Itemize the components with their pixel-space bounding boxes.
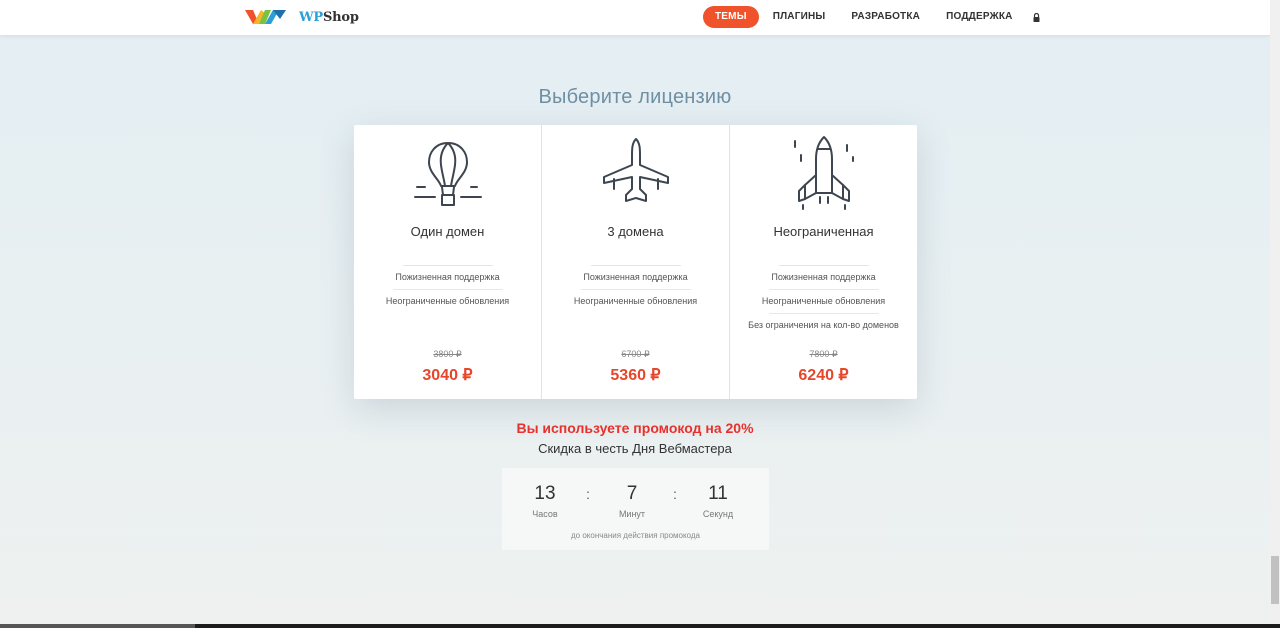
site-header: WPShop ТЕМЫ ПЛАГИНЫ РАЗРАБОТКА ПОДДЕРЖКА xyxy=(0,0,1270,35)
timer-hours-label: Часов xyxy=(532,509,558,519)
nav-item-plugins[interactable]: ПЛАГИНЫ xyxy=(761,6,838,28)
pricing-cards: Один домен Пожизненная поддержка Неогран… xyxy=(354,125,917,399)
logo-text-shop: Shop xyxy=(322,9,359,25)
timer-note: до окончания действия промокода xyxy=(571,531,700,540)
plan-features: Пожизненная поддержка Неограниченные обн… xyxy=(542,271,729,319)
timer-seconds-value: 11 xyxy=(708,483,728,504)
timer-seconds: 11 Секунд xyxy=(688,483,748,519)
logo-text: WPShop xyxy=(299,10,359,25)
vertical-scrollbar[interactable] xyxy=(1270,0,1280,628)
wpshop-logo-icon xyxy=(245,10,286,24)
nav-item-support[interactable]: ПОДДЕРЖКА xyxy=(934,6,1024,28)
plan-card-single[interactable]: Один домен Пожизненная поддержка Неогран… xyxy=(354,125,541,399)
promo-title: Вы используете промокод на 20% xyxy=(516,420,754,436)
plan-feature: Неограниченные обновления xyxy=(730,289,917,319)
old-price: 3800 ₽ xyxy=(433,349,462,359)
rocket-icon xyxy=(730,135,917,217)
plan-features: Пожизненная поддержка Неограниченные обн… xyxy=(354,271,541,319)
plan-feature: Без ограничения на кол-во доменов xyxy=(730,313,917,343)
scrollbar-thumb[interactable] xyxy=(1271,556,1279,604)
divider xyxy=(590,265,681,266)
hot-air-balloon-icon xyxy=(354,135,541,217)
plan-features: Пожизненная поддержка Неограниченные обн… xyxy=(730,271,917,343)
old-price: 6700 ₽ xyxy=(621,349,650,359)
plan-name: Неограниченная xyxy=(773,224,874,239)
divider xyxy=(778,265,869,266)
plan-name: Один домен xyxy=(410,224,485,239)
plan-card-unlimited[interactable]: Неограниченная Пожизненная поддержка Нео… xyxy=(729,125,917,399)
site-logo[interactable]: WPShop xyxy=(245,9,359,25)
plan-feature: Неограниченные обновления xyxy=(354,289,541,319)
plan-feature: Неограниченные обновления xyxy=(542,289,729,319)
nav-item-development[interactable]: РАЗРАБОТКА xyxy=(839,6,932,28)
price: 6240 ₽ xyxy=(798,367,849,384)
timer-minutes: 7 Минут xyxy=(602,483,662,519)
divider xyxy=(402,265,493,266)
plan-card-three-domains[interactable]: 3 домена Пожизненная поддержка Неогранич… xyxy=(541,125,729,399)
timer-seconds-label: Секунд xyxy=(702,509,734,519)
timer-separator: : xyxy=(586,486,590,502)
timer-minutes-value: 7 xyxy=(626,483,638,504)
main-nav: ТЕМЫ ПЛАГИНЫ РАЗРАБОТКА ПОДДЕРЖКА xyxy=(703,6,1043,28)
timer-minutes-label: Минут xyxy=(618,509,646,519)
timer-hours: 13 Часов xyxy=(515,483,575,519)
plan-feature: Пожизненная поддержка xyxy=(583,272,688,282)
plan-name: 3 домена xyxy=(607,224,664,239)
bottom-bar-segment xyxy=(0,624,195,628)
section-title: Выберите лицензию xyxy=(538,86,732,108)
airplane-icon xyxy=(542,135,729,217)
price: 5360 ₽ xyxy=(610,367,661,384)
plan-feature: Пожизненная поддержка xyxy=(771,272,876,282)
logo-text-wp: WP xyxy=(299,9,323,25)
plan-feature: Пожизненная поддержка xyxy=(395,272,500,282)
lock-icon[interactable] xyxy=(1033,6,1043,28)
timer-hours-value: 13 xyxy=(534,483,556,504)
promo-subtitle: Скидка в честь Дня Вебмастера xyxy=(538,441,732,456)
price: 3040 ₽ xyxy=(422,367,473,384)
old-price: 7800 ₽ xyxy=(809,349,838,359)
timer-separator: : xyxy=(673,486,677,502)
bottom-bar xyxy=(0,624,1280,628)
countdown-timer: 13 Часов : 7 Минут : 11 Секунд до оконча… xyxy=(502,468,769,550)
nav-item-themes[interactable]: ТЕМЫ xyxy=(703,6,759,28)
